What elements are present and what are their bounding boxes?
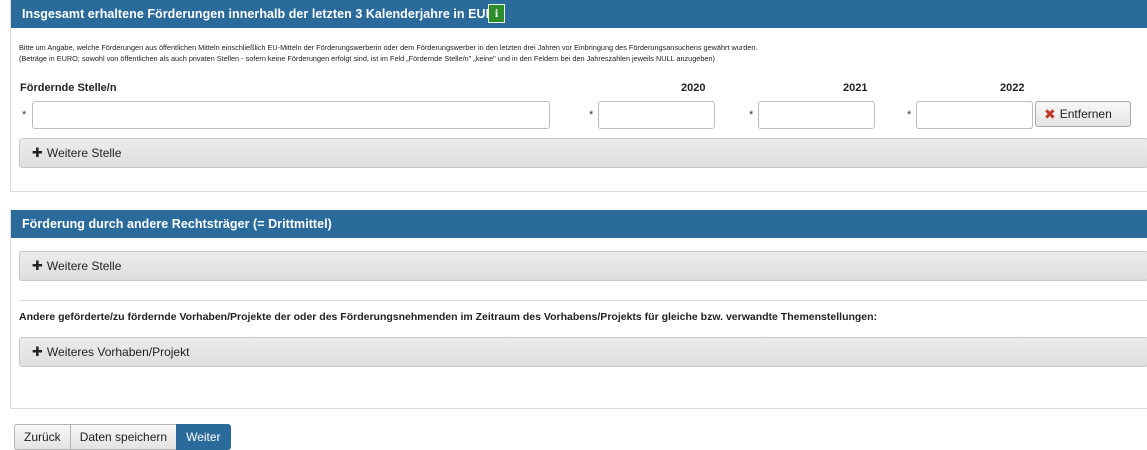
remove-button[interactable]: ✖ Entfernen <box>1035 101 1131 127</box>
funding-description-line2: (Beträge in EURO; sowohl von öffentliche… <box>19 54 715 63</box>
funding-description-line1: Bitte um Angabe, welche Förderungen aus … <box>19 43 758 52</box>
plus-icon: ✚ <box>32 344 43 359</box>
remove-button-label: Entfernen <box>1059 107 1112 121</box>
add-project-button[interactable]: ✚ Weiteres Vorhaben/Projekt <box>19 337 1147 367</box>
section-divider <box>19 300 1147 301</box>
info-icon[interactable]: i <box>488 4 505 23</box>
third-party-panel-header: Förderung durch andere Rechtsträger (= D… <box>11 210 1147 238</box>
plus-icon: ✚ <box>32 258 43 273</box>
plus-icon: ✚ <box>32 145 43 160</box>
third-party-funding-panel: Förderung durch andere Rechtsträger (= D… <box>10 210 1147 409</box>
required-marker: * <box>589 109 594 121</box>
required-marker: * <box>22 109 27 121</box>
other-projects-label: Andere geförderte/zu fördernde Vorhaben/… <box>19 311 878 323</box>
column-label-year3: 2022 <box>1000 82 1025 94</box>
add-third-party-stelle-label: Weitere Stelle <box>46 259 122 273</box>
funding-panel-header: Insgesamt erhaltene Förderungen innerhal… <box>11 0 1147 28</box>
close-icon: ✖ <box>1044 106 1056 122</box>
required-marker: * <box>907 109 912 121</box>
back-button[interactable]: Zurück <box>14 424 71 450</box>
year2-amount-input[interactable] <box>758 101 875 129</box>
column-label-stelle: Fördernde Stelle/n <box>20 82 117 94</box>
third-party-panel-title: Förderung durch andere Rechtsträger (= D… <box>22 217 332 231</box>
required-marker: * <box>749 109 754 121</box>
save-button[interactable]: Daten speichern <box>69 424 178 450</box>
next-button[interactable]: Weiter <box>176 424 231 450</box>
add-stelle-button[interactable]: ✚ Weitere Stelle <box>19 138 1147 168</box>
column-label-year1: 2020 <box>681 82 706 94</box>
add-third-party-stelle-button[interactable]: ✚ Weitere Stelle <box>19 251 1147 281</box>
year1-amount-input[interactable] <box>598 101 715 129</box>
column-label-year2: 2021 <box>843 82 868 94</box>
year3-amount-input[interactable] <box>916 101 1033 129</box>
funding-panel: Insgesamt erhaltene Förderungen innerhal… <box>10 0 1147 192</box>
funding-panel-title: Insgesamt erhaltene Förderungen innerhal… <box>22 7 505 21</box>
add-project-label: Weiteres Vorhaben/Projekt <box>46 345 190 359</box>
stelle-input[interactable] <box>32 101 550 129</box>
add-stelle-label: Weitere Stelle <box>46 146 122 160</box>
form-navigation: Zurück Daten speichern Weiter <box>14 424 231 450</box>
